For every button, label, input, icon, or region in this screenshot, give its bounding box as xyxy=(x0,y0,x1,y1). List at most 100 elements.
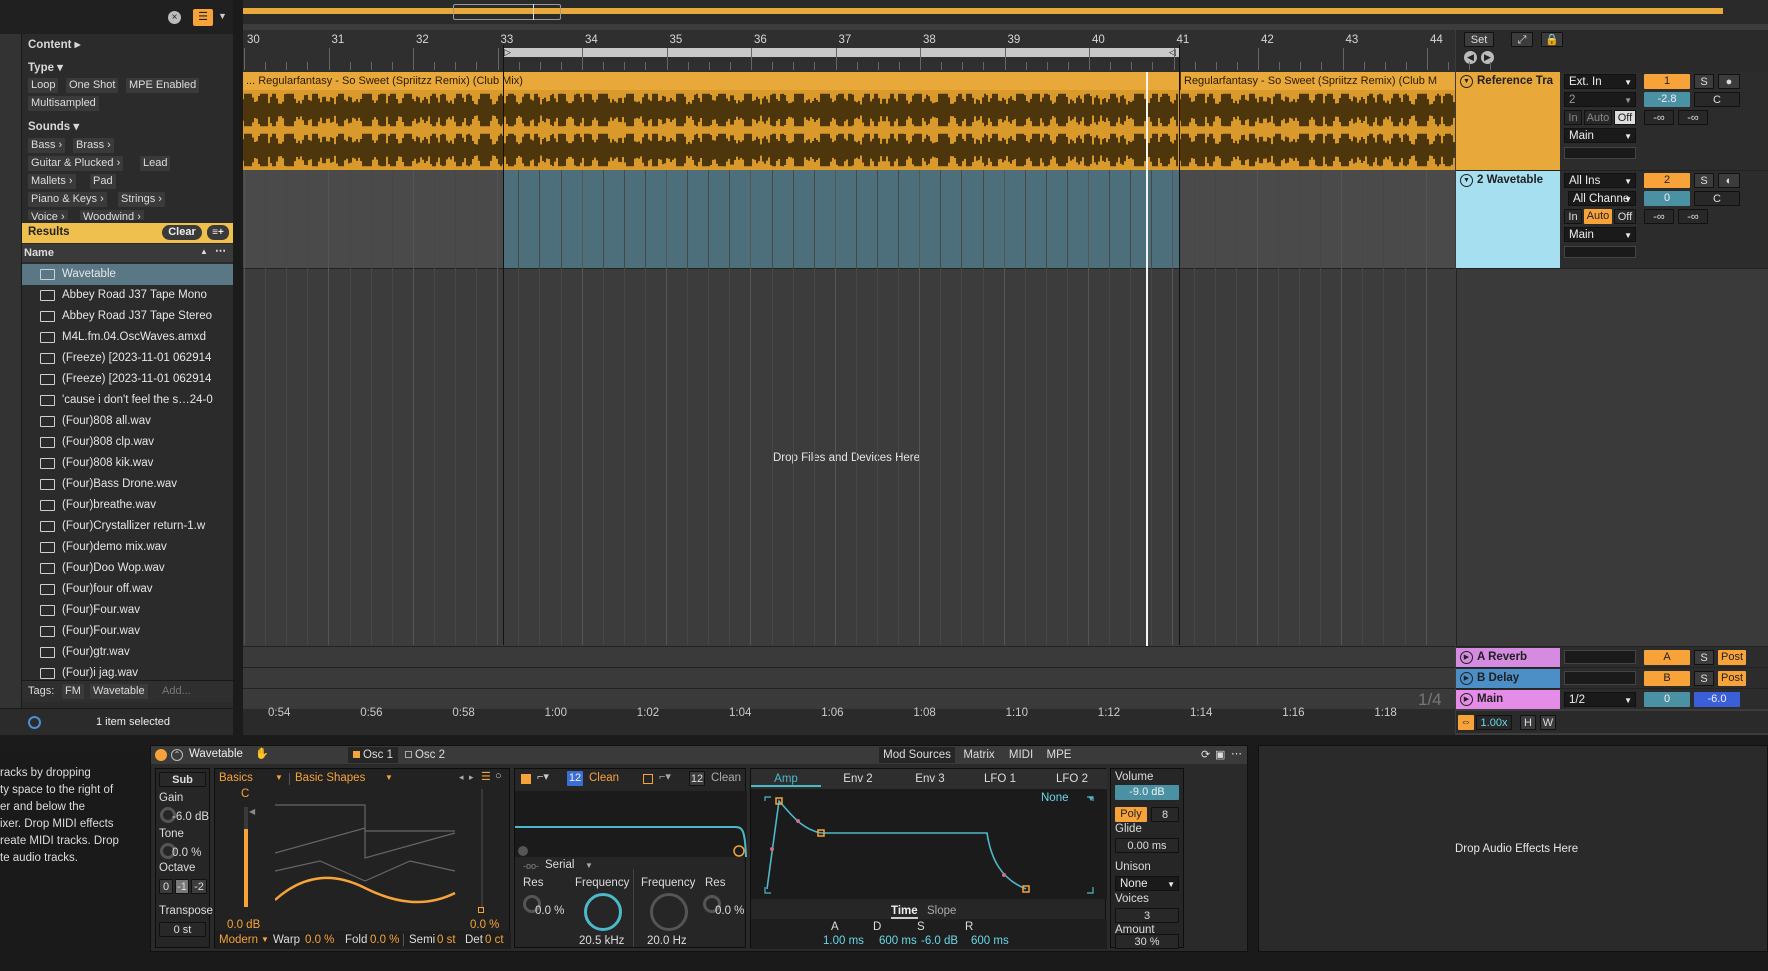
delay-activator[interactable]: B xyxy=(1644,671,1690,686)
tag-loop[interactable]: Loop xyxy=(28,78,59,93)
env-attack-curve-handle[interactable] xyxy=(770,847,774,851)
wavetable-track-header[interactable]: ▼ 2 Wavetable All Ins All Channe In Auto… xyxy=(1456,170,1768,269)
main-title-area[interactable]: ▶ Main xyxy=(1456,690,1560,709)
main-track-header[interactable]: ▶ Main 1/2 0 -6.0 xyxy=(1456,688,1768,709)
filter-icon[interactable]: ☰ xyxy=(193,9,213,26)
octave-minus-2[interactable]: -2 xyxy=(191,879,207,894)
reference-track-title-area[interactable]: ▼ Reference Tra xyxy=(1456,72,1560,170)
tab-mod-sources[interactable]: Mod Sources xyxy=(879,747,955,763)
reverb-return-lane[interactable] xyxy=(243,646,1455,667)
loop-start-marker-icon[interactable]: ▷ xyxy=(504,47,511,58)
time-ruler[interactable] xyxy=(243,709,1455,735)
scroll-follow-icon[interactable]: ⇔ xyxy=(1458,715,1474,730)
filter-2-slope[interactable]: 12 xyxy=(689,771,705,786)
wt-volume[interactable]: 0 xyxy=(1644,191,1690,206)
reverb-io[interactable] xyxy=(1564,650,1636,664)
clear-button[interactable]: Clear xyxy=(162,225,202,240)
warp-value[interactable]: 0.0 % xyxy=(305,934,334,946)
wt-monitor-auto[interactable]: Auto xyxy=(1584,209,1612,224)
ref-monitor-off[interactable]: Off xyxy=(1614,110,1636,125)
glide-value[interactable]: 0.00 ms xyxy=(1115,838,1179,853)
amount-value[interactable]: 30 % xyxy=(1115,934,1179,949)
reverb-activator[interactable]: A xyxy=(1644,650,1690,665)
env-target[interactable]: None xyxy=(1041,792,1069,804)
poly-button[interactable]: Poly xyxy=(1115,807,1147,822)
browser-search-bar[interactable]: × ☰ ▼ xyxy=(0,0,233,34)
name-column-header[interactable]: Name ▲ ⋯ xyxy=(22,244,233,262)
octave-minus-1[interactable]: -1 xyxy=(175,879,189,894)
reverb-post[interactable]: Post xyxy=(1718,650,1746,665)
file-item[interactable]: (Four)808 clp.wav xyxy=(22,432,233,453)
hand-icon[interactable]: ✋ xyxy=(255,747,269,760)
wavetable-track-title-area[interactable]: ▼ 2 Wavetable xyxy=(1456,171,1560,269)
osc-position-slider[interactable] xyxy=(481,789,483,909)
set-button[interactable]: Set xyxy=(1464,32,1494,47)
tag-add[interactable]: Add... xyxy=(162,685,191,697)
filter-1-freq-knob[interactable] xyxy=(584,893,622,931)
wavetable-track-name[interactable]: 2 Wavetable xyxy=(1477,174,1543,186)
main-fold-icon[interactable]: ▶ xyxy=(1460,693,1473,706)
sort-icon[interactable]: ▲ xyxy=(200,247,208,256)
file-item[interactable]: (Four)Crystallizer return-1.w xyxy=(22,516,233,537)
tab-mpe[interactable]: MPE xyxy=(1041,747,1077,763)
filter-2-circuit[interactable]: Clean xyxy=(711,772,741,784)
reverb-track-name[interactable]: A Reverb xyxy=(1477,651,1527,663)
more-icon[interactable]: ⋯ xyxy=(215,244,226,257)
clip-2-waveform[interactable] xyxy=(1180,90,1455,170)
attack-value[interactable]: 1.00 ms xyxy=(823,935,864,947)
device-power-icon[interactable] xyxy=(155,749,167,761)
tag-mallets[interactable]: Mallets › xyxy=(28,174,76,189)
wt-input-select[interactable]: All Ins xyxy=(1564,173,1636,189)
filter-response-display[interactable] xyxy=(515,791,747,858)
reverb-fold-icon[interactable]: ▶ xyxy=(1460,651,1473,664)
env-slope-tab[interactable]: Slope xyxy=(927,905,956,917)
loop-brace[interactable] xyxy=(504,48,1180,57)
tag-fm[interactable]: FM xyxy=(62,684,84,699)
tag-wavetable[interactable]: Wavetable xyxy=(90,684,148,699)
tab-lfo-2[interactable]: LFO 2 xyxy=(1037,771,1107,787)
wt-pan[interactable]: C xyxy=(1694,191,1740,206)
file-item[interactable]: (Four)Four.wav xyxy=(22,600,233,621)
osc-position-handle[interactable] xyxy=(478,907,484,913)
delay-track-header[interactable]: ▶ B Delay B S Post xyxy=(1456,667,1768,688)
tag-woodwind[interactable]: Woodwind › xyxy=(80,210,144,220)
wt-monitor-in[interactable]: In xyxy=(1564,209,1582,224)
env-release-curve-handle[interactable] xyxy=(1002,873,1006,877)
tab-amp[interactable]: Amp xyxy=(751,771,821,787)
fold-value[interactable]: 0.0 % xyxy=(370,934,399,946)
ref-volume[interactable]: -2.8 xyxy=(1644,92,1690,107)
tab-matrix[interactable]: Matrix xyxy=(957,747,1001,763)
file-item[interactable]: (Four)Four.wav xyxy=(22,621,233,642)
volume-value[interactable]: -9.0 dB xyxy=(1115,785,1179,800)
file-item[interactable]: (Four)breathe.wav xyxy=(22,495,233,516)
tab-midi[interactable]: MIDI xyxy=(1003,747,1039,763)
filter-1-enable-icon[interactable] xyxy=(521,774,531,784)
next-wavetable-icon[interactable]: ▸ xyxy=(469,772,474,783)
filter-2-node[interactable] xyxy=(518,846,528,856)
delay-post[interactable]: Post xyxy=(1718,671,1746,686)
tag-brass[interactable]: Brass › xyxy=(73,138,114,153)
delay-fold-icon[interactable]: ▶ xyxy=(1460,672,1473,685)
semi-value[interactable]: 0 st xyxy=(437,934,456,946)
reverb-solo[interactable]: S xyxy=(1694,650,1714,665)
tag-bass[interactable]: Bass › xyxy=(28,138,66,153)
sounds-section[interactable]: Sounds ▾ xyxy=(28,119,79,133)
file-item[interactable]: (Four)four off.wav xyxy=(22,579,233,600)
tab-osc-1[interactable]: Osc 1 xyxy=(348,747,398,763)
wave-3d-icon[interactable]: ○ xyxy=(495,770,502,782)
hotswap-icon[interactable]: ⟳ xyxy=(1201,748,1210,761)
tag-one-shot[interactable]: One Shot xyxy=(66,78,119,93)
tag-lead[interactable]: Lead xyxy=(140,156,171,171)
transpose-value[interactable]: 0 st xyxy=(159,922,206,937)
filter-routing[interactable]: Serial xyxy=(545,859,574,871)
env-time-tab[interactable]: Time xyxy=(891,905,918,919)
sub-button[interactable]: Sub xyxy=(159,772,206,787)
file-item[interactable]: Wavetable xyxy=(22,264,233,285)
routing-chevron-icon[interactable]: ▼ xyxy=(585,861,593,870)
osc-mode[interactable]: Modern xyxy=(219,934,258,946)
tag-strings[interactable]: Strings › xyxy=(118,192,165,207)
audio-effects-drop-area[interactable]: Drop Audio Effects Here xyxy=(1258,745,1768,952)
overview-bar[interactable] xyxy=(243,0,1768,24)
decay-value[interactable]: 600 ms xyxy=(879,935,917,947)
type-section[interactable]: Type ▾ xyxy=(28,60,63,74)
